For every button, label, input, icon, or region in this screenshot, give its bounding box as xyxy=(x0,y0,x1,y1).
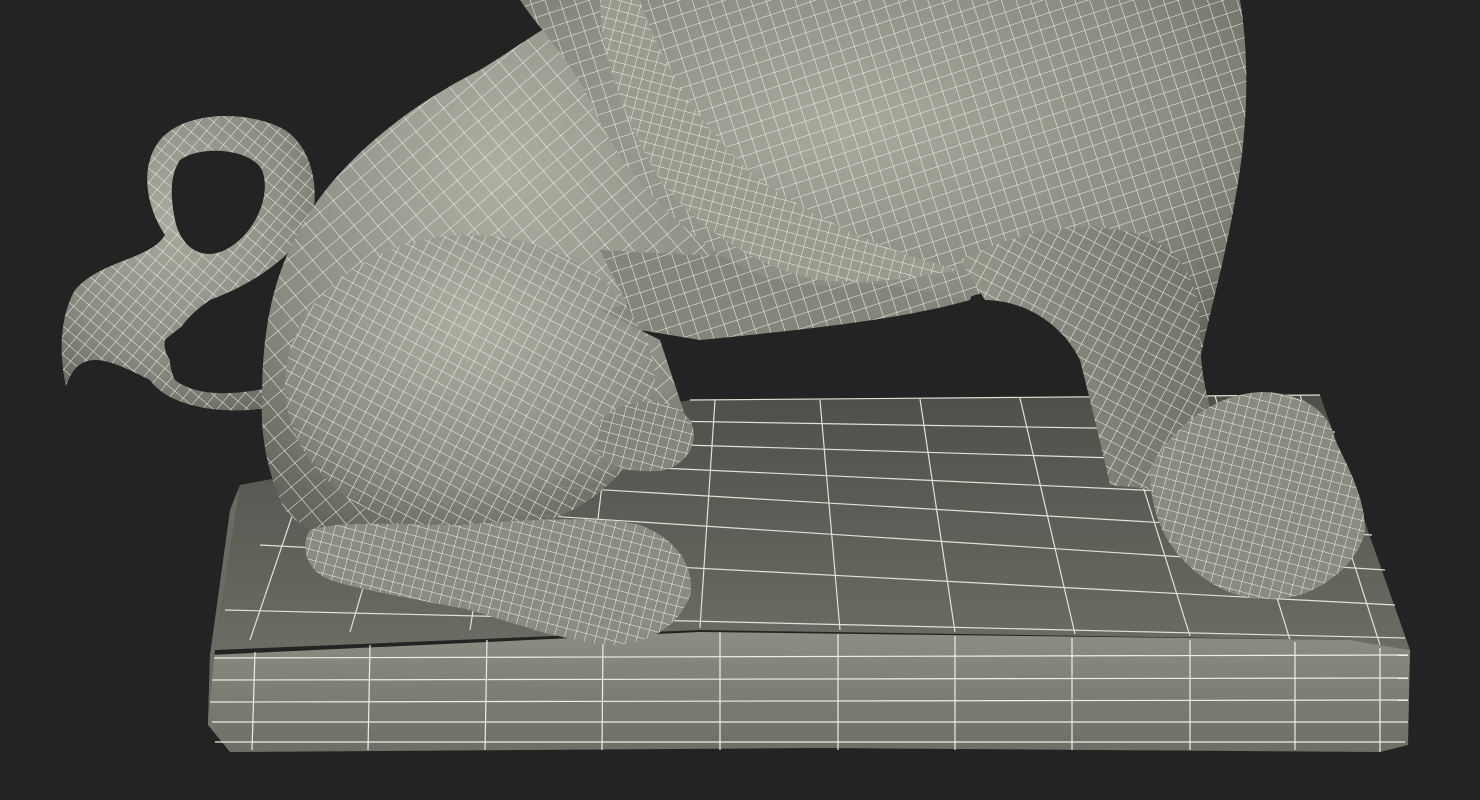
render-viewport xyxy=(0,0,1480,800)
wireframe-render xyxy=(61,0,1410,752)
